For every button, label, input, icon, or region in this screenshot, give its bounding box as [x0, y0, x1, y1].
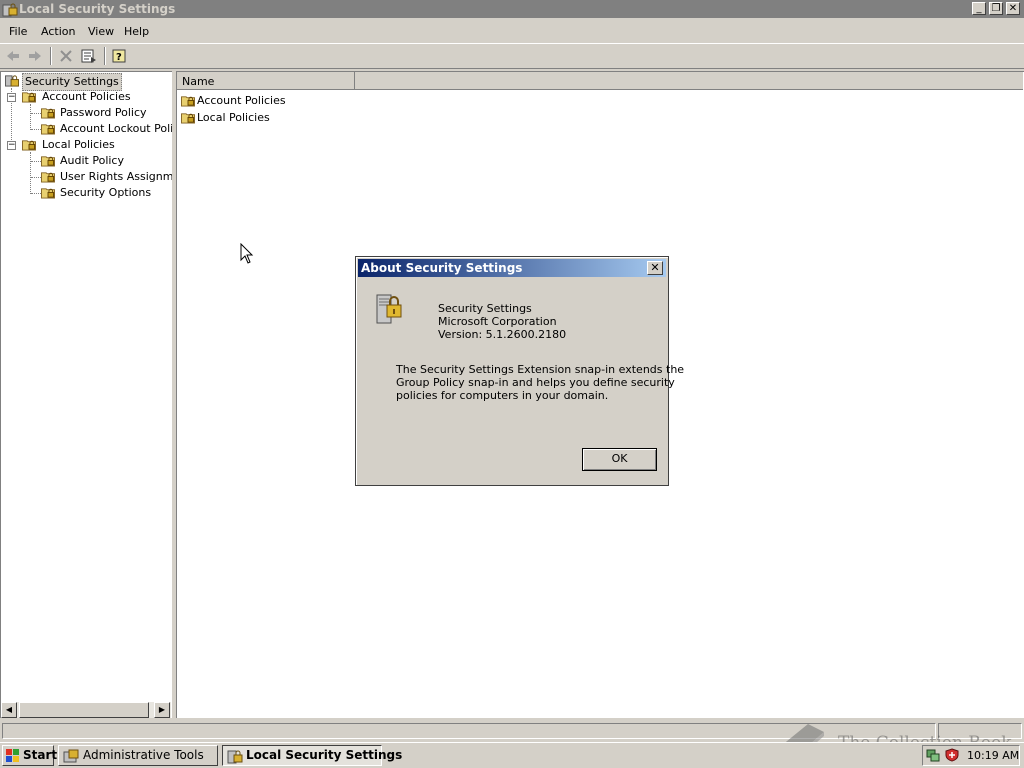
clock[interactable]: 10:19 AM: [967, 749, 1019, 762]
list-item-label: Account Policies: [197, 94, 286, 107]
windows-logo-icon: [6, 749, 19, 762]
admin-tools-icon: [63, 749, 79, 763]
close-button[interactable]: ✕: [1006, 2, 1020, 15]
security-shield-icon[interactable]: [945, 748, 959, 762]
tree-label: Local Policies: [42, 138, 115, 151]
list-item-label: Local Policies: [197, 111, 270, 124]
tree-line: [30, 104, 31, 130]
folder-lock-icon: [41, 156, 55, 167]
tree-node-security-settings[interactable]: Security Settings: [3, 73, 122, 91]
dialog-description-line: policies for computers in your domain.: [396, 389, 609, 402]
taskbar: Start Administrative Tools Local Securit…: [0, 742, 1024, 768]
folder-lock-icon: [41, 188, 55, 199]
scroll-thumb[interactable]: [19, 702, 149, 718]
menu-help[interactable]: Help: [124, 25, 149, 38]
delete-icon[interactable]: [57, 48, 75, 64]
tree-label: Account Lockout Policy: [60, 122, 172, 135]
collapse-account-policies-icon[interactable]: −: [7, 93, 16, 102]
dialog-description-line: The Security Settings Extension snap-in …: [396, 363, 685, 376]
help-icon[interactable]: ?: [110, 48, 128, 64]
minimize-button[interactable]: _: [972, 2, 986, 15]
menu-action[interactable]: Action: [41, 25, 75, 38]
window-title-bar[interactable]: Local Security Settings _ ❐ ✕: [0, 0, 1024, 18]
folder-lock-icon: [22, 92, 36, 103]
console-tree[interactable]: Security Settings − Account Policies Pas…: [0, 71, 172, 718]
column-header-empty: [355, 72, 1023, 90]
toolbar: ?: [0, 43, 1024, 69]
export-list-icon[interactable]: [80, 48, 98, 64]
about-dialog[interactable]: About Security Settings ✕ Security Setti…: [355, 256, 684, 486]
dialog-product-name: Security Settings: [438, 302, 532, 315]
taskbar-button-local-security-settings[interactable]: Local Security Settings: [222, 745, 402, 766]
security-settings-icon: [5, 75, 19, 87]
dialog-title: About Security Settings: [361, 261, 523, 275]
toolbar-separator: [104, 47, 106, 65]
dialog-close-button[interactable]: ✕: [647, 261, 663, 275]
folder-lock-icon: [41, 172, 55, 183]
restore-button[interactable]: ❐: [989, 2, 1003, 15]
tree-line: [30, 152, 31, 194]
back-icon[interactable]: [4, 48, 22, 64]
tree-horizontal-scrollbar[interactable]: ◀ ▶: [1, 702, 171, 718]
forward-icon[interactable]: [26, 48, 44, 64]
dialog-description-line: Group Policy snap-in and helps you defin…: [396, 376, 675, 389]
folder-lock-icon: [181, 113, 195, 124]
security-settings-icon: [2, 3, 18, 17]
tree-label: Audit Policy: [60, 154, 124, 167]
tree-label: Password Policy: [60, 106, 147, 119]
folder-lock-icon: [22, 140, 36, 151]
tree-label: User Rights Assignmen: [60, 170, 172, 183]
start-button[interactable]: Start: [2, 745, 58, 766]
mouse-cursor-icon: [240, 243, 254, 264]
scroll-right-icon[interactable]: ▶: [154, 702, 170, 718]
column-header-label: Name: [182, 75, 215, 88]
dialog-version: Version: 5.1.2600.2180: [438, 328, 567, 341]
dialog-company: Microsoft Corporation: [438, 315, 557, 328]
security-settings-icon: [227, 750, 243, 764]
tree-label: Security Options: [60, 186, 152, 199]
system-tray: 10:19 AM: [922, 745, 1020, 766]
folder-lock-icon: [41, 124, 55, 135]
toolbar-separator: [50, 47, 52, 65]
collapse-local-policies-icon[interactable]: −: [7, 141, 16, 150]
taskbar-button-administrative-tools[interactable]: Administrative Tools: [58, 745, 218, 766]
tree-label: Account Policies: [42, 90, 131, 103]
dialog-title-bar[interactable]: About Security Settings ✕: [358, 259, 666, 277]
task-label: Administrative Tools: [83, 748, 204, 762]
menu-bar: File Action View Help: [0, 20, 1024, 42]
scroll-left-icon[interactable]: ◀: [1, 702, 17, 718]
ok-button[interactable]: OK: [582, 448, 657, 471]
window-title: Local Security Settings: [19, 2, 176, 16]
folder-lock-icon: [181, 96, 195, 107]
menu-file[interactable]: File: [9, 25, 27, 38]
task-label: Local Security Settings: [246, 748, 403, 762]
folder-lock-icon: [41, 108, 55, 119]
security-server-icon: [376, 294, 402, 324]
network-icon[interactable]: [926, 748, 940, 762]
menu-view[interactable]: View: [88, 25, 114, 38]
svg-text:?: ?: [116, 52, 122, 63]
start-label: Start: [23, 748, 58, 762]
column-header-name[interactable]: Name: [177, 72, 355, 90]
